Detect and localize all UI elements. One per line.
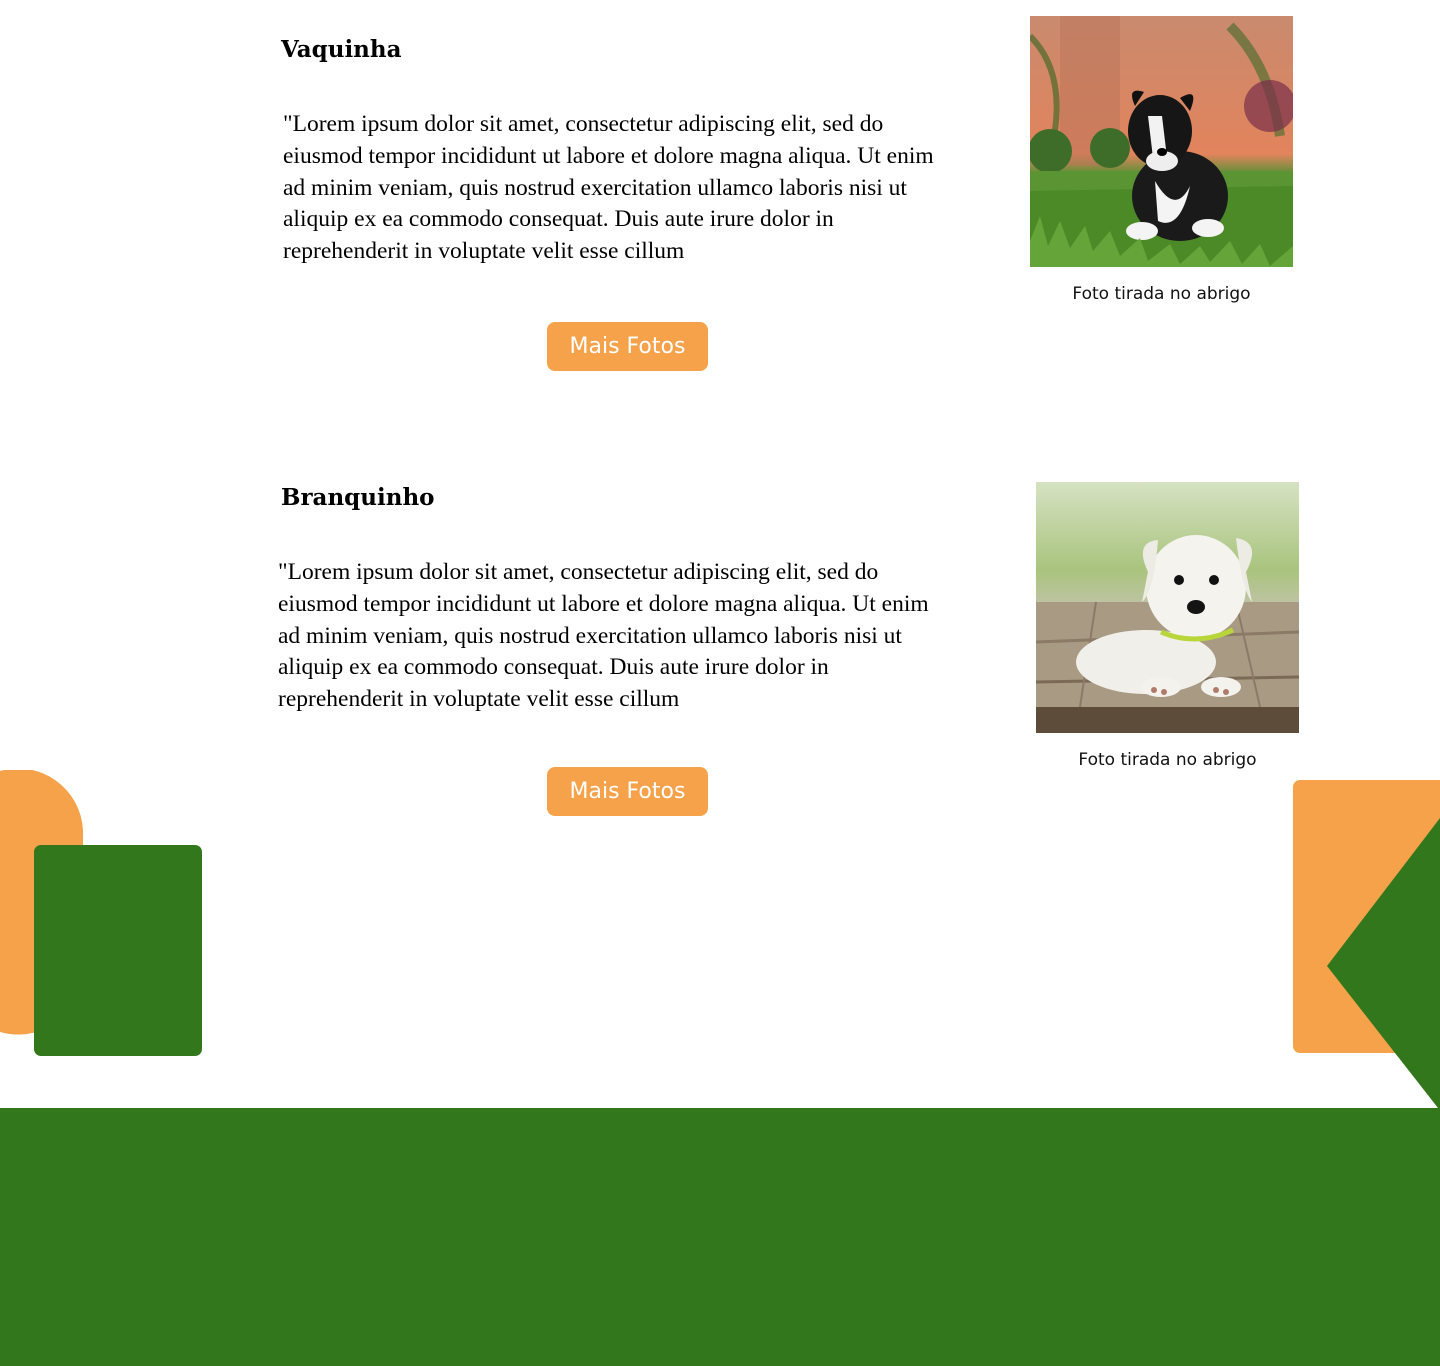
- pet-description: "Lorem ipsum dolor sit amet, consectetur…: [283, 111, 934, 265]
- more-photos-button[interactable]: Mais Fotos: [547, 322, 708, 371]
- puppy-white-photo: [1036, 482, 1299, 733]
- green-rectangle-shape: [34, 845, 202, 1056]
- pet-name: Branquinho: [281, 484, 435, 511]
- photo-caption: Foto tirada no abrigo: [1078, 750, 1257, 770]
- left-decoration: [0, 770, 202, 1056]
- right-decoration: [1293, 780, 1440, 1108]
- more-photos-button[interactable]: Mais Fotos: [547, 767, 708, 816]
- pet-description: "Lorem ipsum dolor sit amet, consectetur…: [278, 559, 929, 713]
- photo-caption: Foto tirada no abrigo: [1072, 284, 1251, 304]
- puppy-black-photo: [1030, 16, 1293, 267]
- footer-band: [0, 1108, 1440, 1366]
- pet-name: Vaquinha: [281, 36, 402, 63]
